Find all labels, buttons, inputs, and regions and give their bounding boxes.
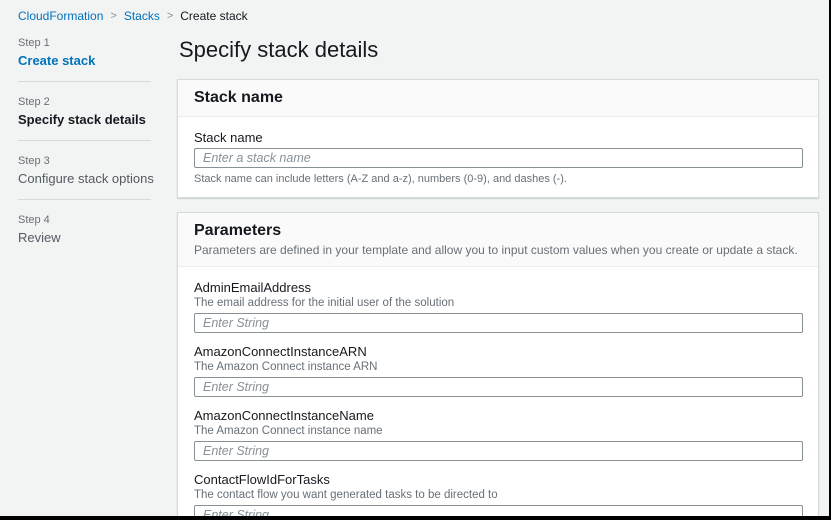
- parameter-description: The contact flow you want generated task…: [194, 488, 803, 502]
- stack-name-panel-header: Stack name: [178, 80, 818, 117]
- parameter-name: AdminEmailAddress: [194, 280, 803, 295]
- amazon-connect-instance-name-input[interactable]: [194, 441, 803, 461]
- stack-name-label: Stack name: [194, 130, 803, 145]
- sidebar-step-create-stack[interactable]: Create stack: [18, 53, 177, 68]
- step-divider: [18, 81, 151, 82]
- parameter-field-amazon-connect-instance-name: AmazonConnectInstanceName The Amazon Con…: [194, 408, 803, 461]
- step-number: Step 3: [18, 155, 177, 167]
- parameters-panel-body: AdminEmailAddress The email address for …: [178, 267, 818, 520]
- parameter-field-amazon-connect-instance-arn: AmazonConnectInstanceARN The Amazon Conn…: [194, 344, 803, 397]
- stack-name-input[interactable]: [194, 148, 803, 168]
- contact-flow-id-for-tasks-input[interactable]: [194, 505, 803, 520]
- breadcrumb-separator-icon: >: [110, 10, 116, 22]
- stack-name-panel-body: Stack name Stack name can include letter…: [178, 117, 818, 197]
- step-divider: [18, 199, 151, 200]
- parameter-name: AmazonConnectInstanceARN: [194, 344, 803, 359]
- parameter-field-admin-email-address: AdminEmailAddress The email address for …: [194, 280, 803, 333]
- cloudformation-create-stack-page: CloudFormation > Stacks > Create stack S…: [0, 0, 831, 520]
- breadcrumb: CloudFormation > Stacks > Create stack: [0, 0, 829, 23]
- breadcrumb-separator-icon: >: [167, 10, 173, 22]
- sidebar-step-2: Step 2 Specify stack details: [18, 94, 177, 127]
- step-number: Step 2: [18, 96, 177, 108]
- sidebar-step-4: Step 4 Review: [18, 212, 177, 245]
- sidebar-step-review: Review: [18, 230, 177, 245]
- step-number: Step 1: [18, 37, 177, 49]
- stack-name-hint: Stack name can include letters (A-Z and …: [194, 173, 803, 185]
- step-number: Step 4: [18, 214, 177, 226]
- amazon-connect-instance-arn-input[interactable]: [194, 377, 803, 397]
- admin-email-address-input[interactable]: [194, 313, 803, 333]
- parameter-field-contact-flow-id-for-tasks: ContactFlowIdForTasks The contact flow y…: [194, 472, 803, 520]
- stack-name-panel-title: Stack name: [194, 89, 802, 107]
- wizard-steps-sidebar: Step 1 Create stack Step 2 Specify stack…: [0, 35, 177, 520]
- breadcrumb-stacks-link[interactable]: Stacks: [124, 9, 160, 23]
- sidebar-step-1: Step 1 Create stack: [18, 35, 177, 68]
- parameter-description: The Amazon Connect instance name: [194, 424, 803, 438]
- sidebar-step-specify-stack-details: Specify stack details: [18, 112, 177, 127]
- parameter-description: The email address for the initial user o…: [194, 296, 803, 310]
- breadcrumb-cloudformation-link[interactable]: CloudFormation: [18, 9, 103, 23]
- main-content: Specify stack details Stack name Stack n…: [177, 35, 829, 520]
- breadcrumb-current-page: Create stack: [180, 9, 247, 23]
- page-layout: Step 1 Create stack Step 2 Specify stack…: [0, 35, 829, 520]
- step-divider: [18, 140, 151, 141]
- page-title: Specify stack details: [179, 37, 819, 63]
- parameter-name: AmazonConnectInstanceName: [194, 408, 803, 423]
- parameters-panel-title: Parameters: [194, 222, 802, 240]
- parameter-description: The Amazon Connect instance ARN: [194, 360, 803, 374]
- parameters-panel-description: Parameters are defined in your template …: [194, 243, 802, 257]
- parameters-panel: Parameters Parameters are defined in you…: [177, 212, 819, 520]
- sidebar-step-configure-stack-options: Configure stack options: [18, 171, 177, 186]
- sidebar-step-3: Step 3 Configure stack options: [18, 153, 177, 186]
- parameter-name: ContactFlowIdForTasks: [194, 472, 803, 487]
- parameters-panel-header: Parameters Parameters are defined in you…: [178, 213, 818, 267]
- stack-name-panel: Stack name Stack name Stack name can inc…: [177, 79, 819, 198]
